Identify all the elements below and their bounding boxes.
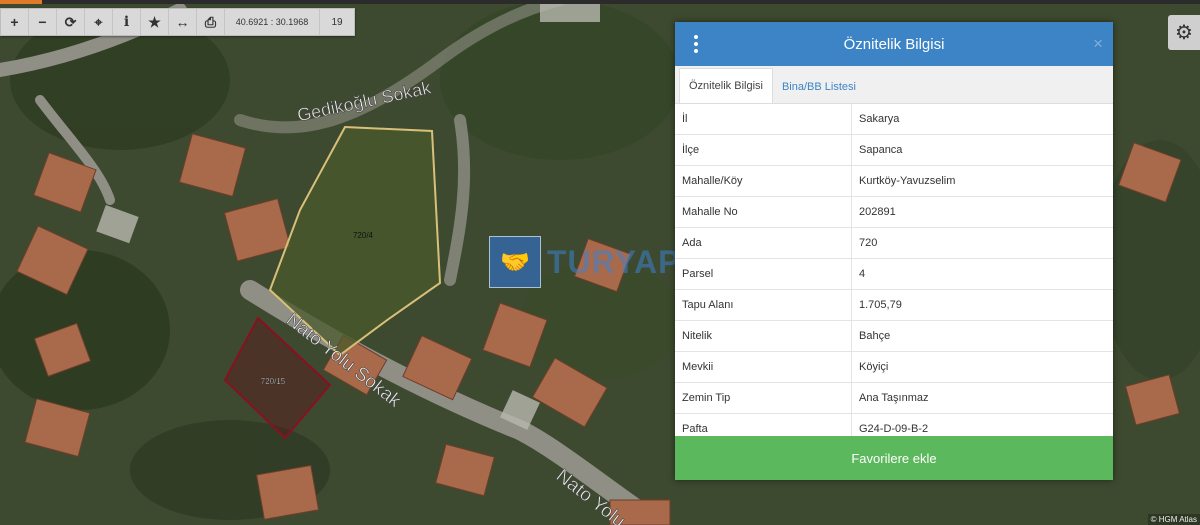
zoom-level: 19 xyxy=(331,16,343,28)
table-row: Tapu Alanı 1.705,79 xyxy=(675,289,1113,321)
tab-attributes[interactable]: Öznitelik Bilgisi xyxy=(679,68,773,103)
attribute-key: Zemin Tip xyxy=(675,382,852,414)
attribute-value: 202891 xyxy=(851,196,1113,228)
parcel-label-720-4: 720/4 xyxy=(353,231,374,240)
add-favorites-button[interactable]: Favorilere ekle xyxy=(675,436,1113,480)
attribute-key: Mahalle No xyxy=(675,196,852,228)
coordinate-readout: 40.6921 : 30.1968 xyxy=(225,9,320,35)
panel-title: Öznitelik Bilgisi xyxy=(843,35,945,53)
attribute-key: Nitelik xyxy=(675,320,852,352)
attribute-key: İlçe xyxy=(675,134,852,166)
table-row: Mevkii Köyiçi xyxy=(675,351,1113,383)
locate-icon[interactable]: ⌖ xyxy=(85,9,113,35)
refresh-icon[interactable]: ⟳ xyxy=(57,9,85,35)
attribute-value: 1.705,79 xyxy=(851,289,1113,321)
attribute-key: İl xyxy=(675,104,852,135)
watermark-text: TURYAP xyxy=(547,243,681,280)
handshake-icon: 🤝 xyxy=(489,236,541,288)
table-row: İlçe Sapanca xyxy=(675,134,1113,166)
star-icon[interactable]: ★ xyxy=(141,9,169,35)
print-icon[interactable]: ⎙ xyxy=(197,9,225,35)
table-row: Nitelik Bahçe xyxy=(675,320,1113,352)
attribute-table: İl Sakarya İlçe Sapanca Mahalle/Köy Kurtköy-Y… xyxy=(675,104,1113,445)
gear-icon[interactable]: ⚙ xyxy=(1168,15,1200,50)
attribute-key: Parsel xyxy=(675,258,852,290)
tab-building-list[interactable]: Bina/BB Listesi xyxy=(773,70,865,103)
attribute-key: Tapu Alanı xyxy=(675,289,852,321)
attribute-value: Ana Taşınmaz xyxy=(851,382,1113,414)
zoom-in-icon[interactable]: + xyxy=(1,9,29,35)
attribute-key: Mahalle/Köy xyxy=(675,165,852,197)
panel-tabs: Öznitelik Bilgisi Bina/BB Listesi xyxy=(675,66,1113,104)
attribute-value: Bahçe xyxy=(851,320,1113,352)
watermark: 🤝 TURYAP xyxy=(489,236,680,288)
table-row: İl Sakarya xyxy=(675,104,1113,135)
measure-icon[interactable]: ↔ xyxy=(169,9,197,35)
table-row: Zemin Tip Ana Taşınmaz xyxy=(675,382,1113,414)
table-row: Mahalle/Köy Kurtköy-Yavuzselim xyxy=(675,165,1113,197)
parcel-label-720-15: 720/15 xyxy=(261,377,286,386)
attribute-value: Kurtköy-Yavuzselim xyxy=(851,165,1113,197)
attribute-panel: Öznitelik Bilgisi × Öznitelik Bilgisi Bi… xyxy=(675,22,1113,480)
menu-kebab-icon[interactable] xyxy=(689,35,703,53)
attribute-value: Köyiçi xyxy=(851,351,1113,383)
attribute-value: 4 xyxy=(851,258,1113,290)
top-bar xyxy=(42,0,1200,4)
zoom-out-icon[interactable]: − xyxy=(29,9,57,35)
attribute-key: Mevkii xyxy=(675,351,852,383)
table-row: Ada 720 xyxy=(675,227,1113,259)
close-icon[interactable]: × xyxy=(1093,34,1103,54)
attribute-value: 720 xyxy=(851,227,1113,259)
panel-header: Öznitelik Bilgisi × xyxy=(675,22,1113,66)
map-toolbar: + − ⟳ ⌖ i ★ ↔ ⎙ 40.6921 : 30.1968 19 xyxy=(0,8,355,36)
table-row: Mahalle No 202891 xyxy=(675,196,1113,228)
map-attribution: © HGM Atlas xyxy=(1147,514,1200,525)
attribute-value: Sakarya xyxy=(851,104,1113,135)
table-row: Parsel 4 xyxy=(675,258,1113,290)
info-icon[interactable]: i xyxy=(113,9,141,35)
top-accent-bar xyxy=(0,0,42,4)
attribute-key: Ada xyxy=(675,227,852,259)
attribute-value: Sapanca xyxy=(851,134,1113,166)
